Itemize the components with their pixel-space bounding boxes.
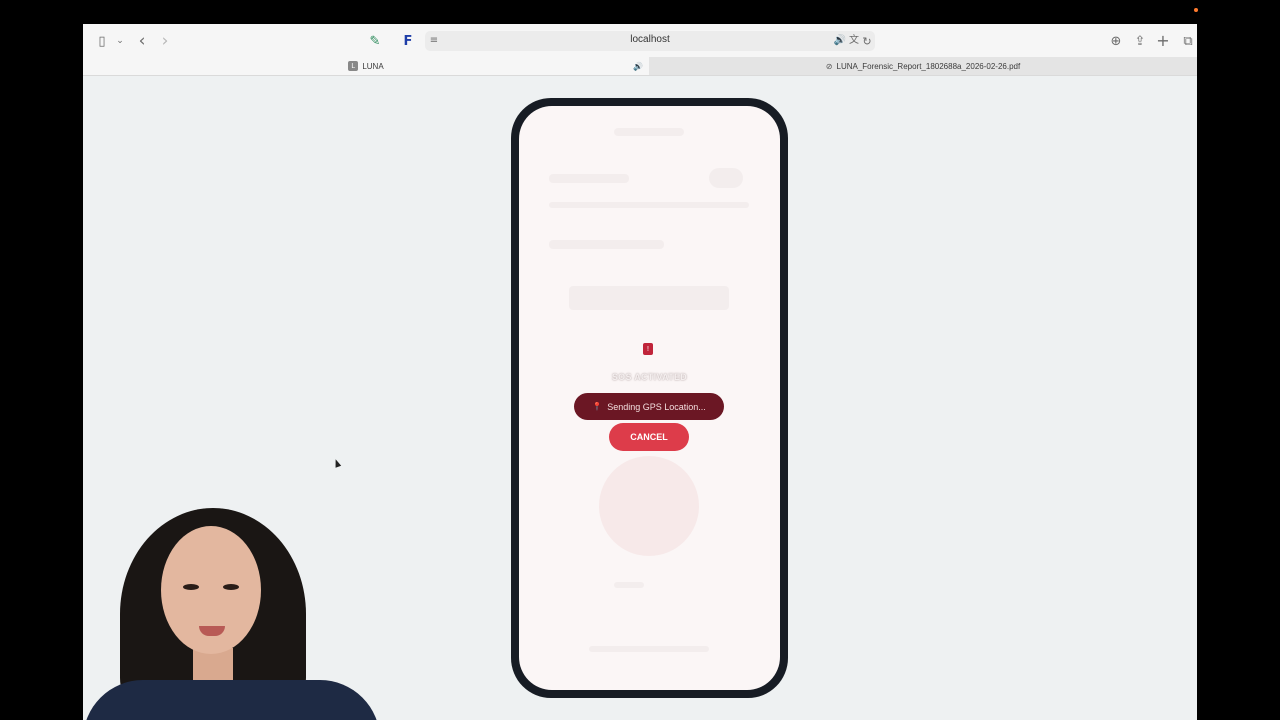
sidebar-chevron-icon[interactable]: ⌄	[111, 32, 129, 50]
faded-row	[549, 174, 629, 183]
tab-forensic-report[interactable]: ⊘ LUNA_Forensic_Report_1802688a_2026-02-…	[649, 57, 1197, 75]
tab-title: LUNA	[362, 61, 384, 71]
recording-indicator	[1194, 8, 1198, 12]
sos-status-label: SOS ACTIVATED	[611, 372, 688, 382]
presenter-eye	[223, 584, 239, 590]
recording-frame: ▯ ⌄ ‹ › ✎ F ≡ localhost 🔊 文 ↻ ⊕ ⇪ + ⧉ L …	[0, 0, 1280, 720]
downloads-icon[interactable]: ⊕	[1107, 32, 1125, 50]
tab-audio-icon[interactable]: 🔊	[633, 62, 643, 71]
faded-sos-circle	[599, 456, 699, 556]
location-pin-icon: 📍	[592, 402, 603, 411]
mouse-cursor	[332, 458, 342, 468]
phone-screen: ! SOS ACTIVATED 📍 Sending GPS Location..…	[519, 106, 780, 690]
presenter-shirt	[83, 680, 380, 720]
reload-icon[interactable]: ↻	[858, 32, 876, 50]
presenter-mouth	[199, 626, 225, 636]
address-bar[interactable]: ≡ localhost 🔊 文 ↻	[425, 31, 875, 51]
page-content: ! SOS ACTIVATED 📍 Sending GPS Location..…	[83, 76, 1197, 720]
gps-status-pill: 📍 Sending GPS Location...	[574, 393, 724, 420]
extension-pen-icon[interactable]: ✎	[366, 32, 384, 50]
faded-footer	[589, 646, 709, 652]
faded-hint	[614, 582, 644, 588]
presenter-eye	[183, 584, 199, 590]
tab-favicon: L	[348, 61, 359, 71]
sos-alert-icon: !	[643, 343, 653, 355]
share-icon[interactable]: ⇪	[1131, 32, 1149, 50]
tab-luna[interactable]: L LUNA 🔊	[83, 57, 649, 75]
webcam-overlay	[83, 508, 380, 720]
faded-divider	[549, 202, 749, 208]
faded-card	[569, 286, 729, 310]
faded-header	[614, 128, 684, 136]
presenter-face	[161, 526, 261, 654]
tab-overview-icon[interactable]: ⧉	[1179, 32, 1197, 50]
tab-title: LUNA_Forensic_Report_1802688a_2026-02-26…	[836, 61, 1021, 71]
faded-toggle	[709, 168, 743, 188]
phone-mockup: ! SOS ACTIVATED 📍 Sending GPS Location..…	[511, 98, 788, 698]
forward-icon[interactable]: ›	[156, 32, 174, 50]
browser-window: ▯ ⌄ ‹ › ✎ F ≡ localhost 🔊 文 ↻ ⊕ ⇪ + ⧉ L …	[83, 24, 1197, 720]
extension-f-icon[interactable]: F	[399, 32, 417, 50]
browser-toolbar: ▯ ⌄ ‹ › ✎ F ≡ localhost 🔊 文 ↻ ⊕ ⇪ + ⧉	[83, 24, 1197, 57]
back-icon[interactable]: ‹	[133, 32, 151, 50]
pdf-icon: ⊘	[825, 61, 833, 71]
new-tab-icon[interactable]: +	[1154, 32, 1172, 50]
cancel-button[interactable]: CANCEL	[609, 423, 689, 451]
tab-bar: L LUNA 🔊 ⊘ LUNA_Forensic_Report_1802688a…	[83, 57, 1197, 76]
gps-status-text: Sending GPS Location...	[607, 401, 706, 412]
url-text[interactable]: localhost	[425, 34, 875, 45]
sidebar-toggle-icon[interactable]: ▯	[93, 32, 111, 50]
faded-section-title	[549, 240, 664, 249]
